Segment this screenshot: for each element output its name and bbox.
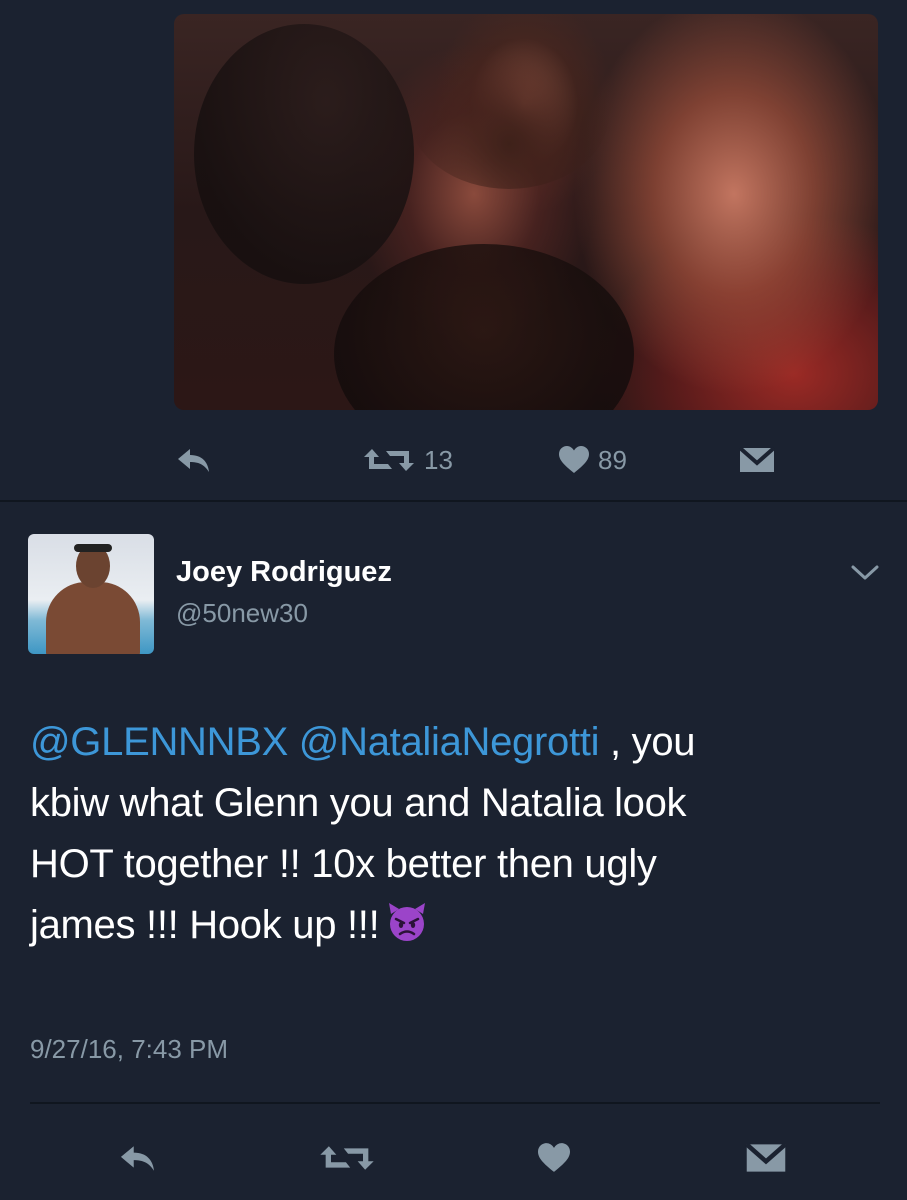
author-handle[interactable]: @50new30 [176, 598, 308, 629]
chevron-down-icon [851, 565, 879, 580]
reply-button[interactable] [118, 1138, 158, 1178]
tweet-text-line-1-rest: , you [610, 720, 696, 764]
direct-message-button[interactable] [738, 440, 776, 480]
author-name[interactable]: Joey Rodriguez [176, 556, 392, 589]
tweet-actions-main [0, 1138, 907, 1178]
heart-icon [559, 446, 589, 473]
retweet-icon [320, 1146, 374, 1170]
tweet-text-line-4-text: james !!! Hook up !!! [30, 903, 380, 947]
tweet-divider [0, 500, 907, 502]
retweet-count: 13 [424, 445, 453, 475]
mention-natalianegrotti[interactable]: @NataliaNegrotti [299, 720, 600, 764]
tweet-timestamp[interactable]: 9/27/16, 7:43 PM [30, 1034, 228, 1065]
tweet-text: @GLENNNBX @NataliaNegrotti , you kbiw wh… [30, 712, 880, 956]
heart-icon [538, 1143, 570, 1172]
tweet-text-line-3: HOT together !! 10x better then ugly [30, 842, 657, 886]
reply-icon [120, 1146, 154, 1171]
like-button[interactable]: 89 [558, 440, 627, 480]
tweet-actions-divider [30, 1102, 880, 1104]
tweet-options-button[interactable] [850, 563, 880, 588]
envelope-icon [738, 446, 776, 472]
twitter-thread-screen: 13 89 Joey Rodriguez @50new30 @GLENNNBX … [0, 0, 907, 1200]
envelope-icon [745, 1142, 787, 1172]
retweet-icon [364, 449, 414, 471]
reply-button[interactable] [176, 440, 212, 480]
retweet-button[interactable]: 13 [362, 440, 453, 480]
avatar[interactable] [28, 534, 154, 654]
tweet-actions-top: 13 89 [0, 440, 907, 480]
direct-message-button[interactable] [744, 1138, 788, 1178]
tweet-text-line-4: james !!! Hook up !!! [30, 895, 880, 956]
smiling-imp-emoji-icon [385, 900, 429, 944]
like-count: 89 [598, 445, 627, 475]
tweet-photo[interactable] [174, 14, 878, 410]
tweet-text-line-2: kbiw what Glenn you and Natalia look [30, 781, 687, 825]
mention-glennnbx[interactable]: @GLENNNBX [30, 720, 288, 764]
reply-icon [178, 449, 209, 472]
tweet-text-line-1: @GLENNNBX @NataliaNegrotti , you [30, 712, 880, 773]
like-button[interactable] [536, 1138, 572, 1178]
retweet-button[interactable] [318, 1138, 376, 1178]
